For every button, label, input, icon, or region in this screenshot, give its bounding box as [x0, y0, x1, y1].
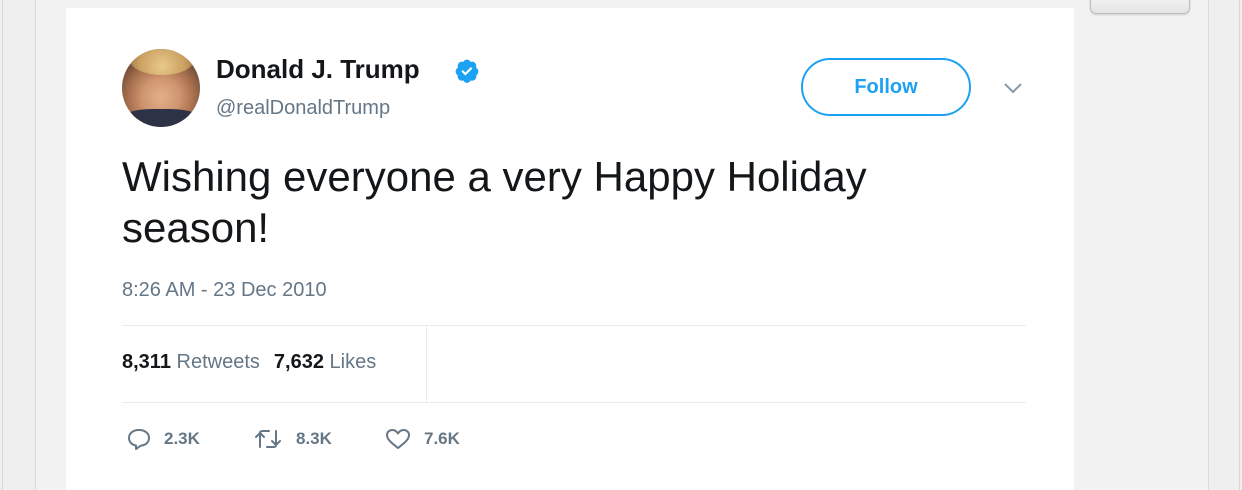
- likes-label: Likes: [329, 351, 377, 373]
- likes-stat[interactable]: 7,632 Likes: [274, 351, 376, 373]
- avatar-hair: [130, 49, 194, 75]
- avatar-suit: [122, 109, 200, 127]
- avatar[interactable]: [122, 49, 200, 127]
- retweet-count: 8.3K: [296, 429, 332, 448]
- divider: [122, 325, 1026, 326]
- corner-button[interactable]: [1090, 0, 1190, 14]
- reply-icon: [128, 429, 150, 450]
- like-count: 7.6K: [424, 429, 460, 448]
- reply-count: 2.3K: [164, 429, 200, 448]
- tweet-text: Wishing everyone a very Happy Holiday se…: [122, 153, 867, 251]
- retweets-label: Retweets: [176, 351, 260, 373]
- divider: [122, 402, 1026, 403]
- likes-count: 7,632: [273, 351, 324, 373]
- author-name[interactable]: Donald J. Trump: [216, 54, 420, 85]
- retweet-button[interactable]: 8.3K: [252, 426, 332, 452]
- tweet-stats: 8,311 Retweets 7,632 Likes: [122, 351, 376, 374]
- author-handle[interactable]: @realDonaldTrump: [216, 97, 390, 120]
- heart-icon: [386, 429, 410, 449]
- follow-button[interactable]: Follow: [801, 58, 971, 116]
- tweet-timestamp[interactable]: 8:26 AM - 23 Dec 2010: [122, 279, 327, 302]
- right-frame-edge: [1239, 0, 1240, 490]
- retweets-stat[interactable]: 8,311 Retweets: [122, 351, 260, 373]
- left-frame: [0, 0, 36, 490]
- tweet-card: Donald J. Trump @realDonaldTrump Follow …: [66, 8, 1074, 490]
- like-button[interactable]: 7.6K: [384, 426, 460, 452]
- left-frame-edge: [2, 0, 3, 490]
- right-frame: [1208, 0, 1242, 490]
- chevron-down-icon[interactable]: [1002, 80, 1024, 96]
- stats-divider: [426, 326, 427, 402]
- verified-badge-icon: [455, 59, 479, 83]
- retweet-icon: [255, 430, 281, 448]
- reply-button[interactable]: 2.3K: [126, 426, 200, 452]
- retweets-count: 8,311: [122, 351, 171, 373]
